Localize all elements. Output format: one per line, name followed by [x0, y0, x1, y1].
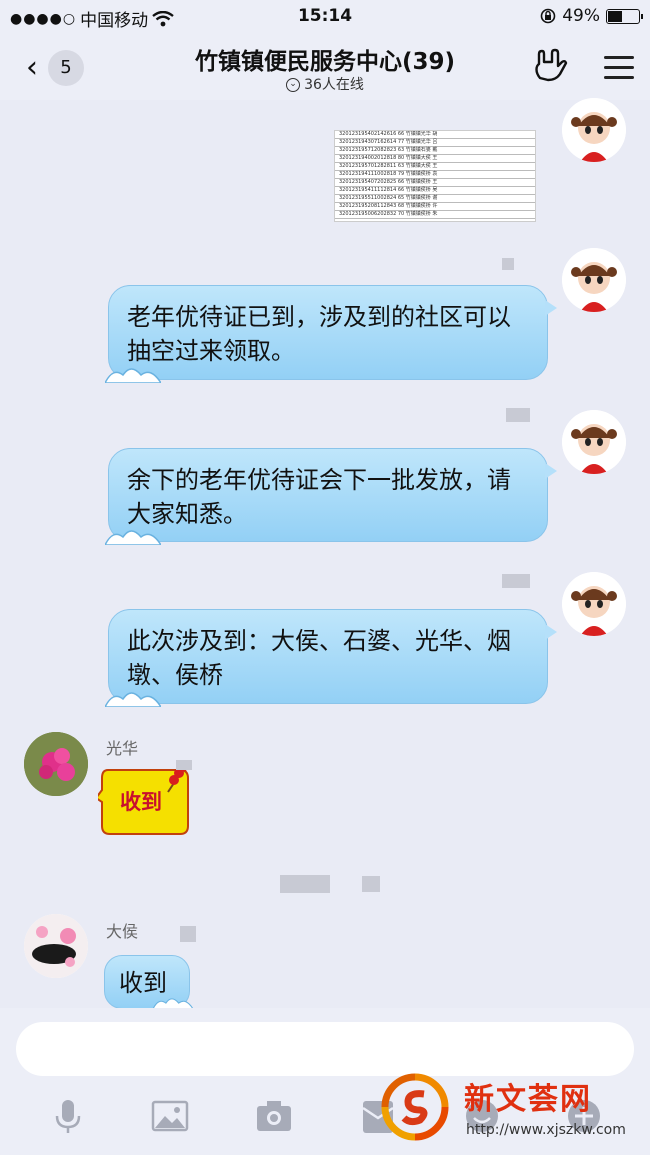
avatar-dahou[interactable] — [24, 914, 88, 978]
sticker-text: 收到 — [120, 790, 162, 814]
blurred-timestamp — [280, 875, 330, 893]
image-row: 320123194307162614 77 竹镇镇光华 吕 — [335, 139, 535, 147]
message-bubble-received[interactable]: 收到 — [104, 955, 193, 1010]
image-row: 320123195006202832 70 竹镇镇侯桥 朱 — [335, 211, 535, 219]
online-count: 36人在线 — [304, 77, 364, 93]
sender-name: 光华 — [106, 739, 139, 758]
image-row: 320123195407202825 66 竹镇镇侯桥 王 — [335, 179, 535, 187]
message-bubble[interactable]: 此次涉及到：大侯、石婆、光华、烟墩、侯桥 — [105, 609, 557, 707]
sticker-received[interactable]: 收到 — [94, 761, 192, 836]
image-row: 320123195701282811 63 竹镇镇大侯 王 — [335, 163, 535, 171]
message-text: 老年优待证已到，涉及到的社区可以抽空过来领取。 — [127, 303, 511, 365]
sender-name: 大侯 — [106, 922, 139, 941]
wave-decoration — [105, 692, 161, 707]
site-watermark: 新文荟网 http://www.xjszkw.com — [380, 1072, 640, 1144]
image-row: 320123195208112843 68 竹镇镇侯桥 许 — [335, 203, 535, 211]
message-bubble[interactable]: 余下的老年优待证会下一批发放，请大家知悉。 — [105, 448, 557, 545]
blurred-name — [180, 926, 196, 942]
blurred-name — [502, 258, 514, 270]
chat-header: ‹ 5 竹镇镇便民服务中心(39) ⌄ 36人在线 — [0, 34, 650, 100]
image-row: 320123194111002818 79 竹镇镇侯桥 袁 — [335, 171, 535, 179]
watermark-brand: 新文荟网 — [464, 1082, 592, 1117]
status-bar: ●●●●○ 中国移动 15:14 49% — [0, 0, 650, 34]
image-row: 320123195411112814 66 竹镇镇侯桥 吴 — [335, 187, 535, 195]
wave-decoration — [105, 368, 161, 383]
watermark-logo-icon — [381, 1073, 449, 1141]
avatar-self[interactable] — [562, 410, 626, 474]
message-text: 余下的老年优待证会下一批发放，请大家知悉。 — [127, 466, 511, 528]
message-input[interactable] — [16, 1022, 634, 1076]
image-row: 320123194002012818 80 竹镇镇大侯 王 — [335, 155, 535, 163]
message-bubble[interactable]: 老年优待证已到，涉及到的社区可以抽空过来领取。 — [105, 285, 557, 383]
battery-icon — [606, 8, 643, 24]
wave-decoration — [105, 530, 161, 545]
blurred-name — [502, 574, 530, 588]
blurred-timestamp — [362, 876, 380, 892]
battery-info: 49% — [540, 6, 643, 26]
blurred-name — [176, 760, 192, 770]
camera-icon[interactable] — [254, 1096, 294, 1136]
avatar-self[interactable] — [562, 98, 626, 162]
avatar-self[interactable] — [562, 248, 626, 312]
avatar-guanghua[interactable] — [24, 732, 88, 796]
menu-button[interactable] — [604, 56, 634, 86]
image-icon[interactable] — [150, 1096, 190, 1136]
hand-gesture-icon[interactable] — [532, 48, 568, 84]
avatar-self[interactable] — [562, 572, 626, 636]
image-row: 320123195712082823 63 竹镇镇石婆 戴 — [335, 147, 535, 155]
image-row: 320123195511002824 65 竹镇镇侯桥 谢 — [335, 195, 535, 203]
battery-percent: 49% — [562, 6, 600, 26]
blurred-name — [506, 408, 530, 422]
chevron-down-icon: ⌄ — [286, 78, 301, 92]
message-text: 此次涉及到：大侯、石婆、光华、烟墩、侯桥 — [127, 627, 511, 689]
watermark-url: http://www.xjszkw.com — [466, 1122, 626, 1138]
rotation-lock-icon — [540, 8, 556, 24]
image-row: 320123195402142616 66 竹镇镇光华 胡 — [335, 131, 535, 139]
shared-spreadsheet-image[interactable]: 320123195402142616 66 竹镇镇光华 胡 3201231943… — [334, 130, 536, 222]
microphone-icon[interactable] — [48, 1096, 88, 1136]
